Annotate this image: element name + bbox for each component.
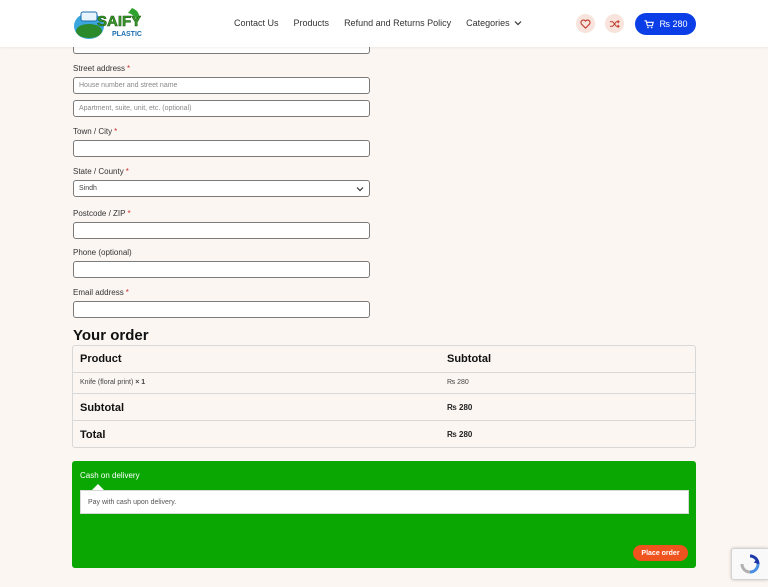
heart-icon	[580, 19, 591, 29]
total-label: Total	[80, 429, 106, 441]
cart-button[interactable]: ₨ 280	[635, 13, 696, 35]
svg-text:SAIFY: SAIFY	[97, 13, 141, 30]
street-address-label: Street address *	[73, 64, 131, 73]
place-order-button[interactable]: Place order	[633, 545, 688, 561]
nav-categories[interactable]: Categories	[466, 18, 522, 28]
total-value: ₨ 280	[447, 430, 473, 439]
phone-input[interactable]	[73, 261, 370, 278]
email-label: Email address *	[73, 288, 129, 297]
item-name: Knife (floral print) × 1	[80, 379, 146, 386]
town-city-label: Town / City *	[73, 127, 118, 136]
subtotal-value: ₨ 280	[447, 403, 473, 412]
cart-total: ₨ 280	[659, 19, 688, 29]
order-title: Your order	[73, 327, 149, 344]
postcode-input[interactable]	[73, 222, 370, 239]
column-product: Product	[80, 353, 122, 365]
nav-refund-policy[interactable]: Refund and Returns Policy	[344, 18, 451, 28]
apartment-input[interactable]: Apartment, suite, unit, etc. (optional)	[73, 100, 370, 117]
subtotal-label: Subtotal	[80, 402, 124, 414]
total-row: Total ₨ 280	[73, 421, 695, 448]
nav-contact-us[interactable]: Contact Us	[234, 18, 279, 28]
svg-text:PLASTIC: PLASTIC	[112, 31, 142, 38]
main-nav: Contact Us Products Refund and Returns P…	[234, 18, 537, 28]
recaptcha-badge[interactable]	[731, 548, 768, 580]
recaptcha-icon	[740, 554, 760, 574]
email-input[interactable]	[73, 301, 370, 318]
item-price: ₨ 280	[447, 379, 469, 386]
table-header-row: Product Subtotal	[73, 346, 695, 373]
wishlist-button[interactable]	[576, 14, 595, 33]
phone-label: Phone (optional)	[73, 248, 132, 257]
subtotal-row: Subtotal ₨ 280	[73, 394, 695, 421]
table-row: Knife (floral print) × 1 ₨ 280	[73, 373, 695, 394]
shuffle-icon	[609, 19, 620, 28]
chevron-down-icon	[514, 21, 522, 26]
postcode-label: Postcode / ZIP *	[73, 209, 131, 218]
street-address-input[interactable]: House number and street name	[73, 77, 370, 94]
logo-graphic: SAIFY PLASTIC	[74, 8, 142, 39]
payment-description-box: Pay with cash upon delivery.	[80, 490, 689, 514]
town-city-input[interactable]	[73, 140, 370, 157]
compare-button[interactable]	[605, 14, 624, 33]
order-table: Product Subtotal Knife (floral print) × …	[72, 345, 696, 448]
chevron-down-icon	[356, 186, 364, 191]
column-subtotal: Subtotal	[447, 353, 491, 365]
payment-method-cod[interactable]: Cash on delivery	[80, 471, 140, 480]
site-logo[interactable]: SAIFY PLASTIC	[72, 4, 146, 42]
payment-section: Cash on delivery Pay with cash upon deli…	[72, 461, 696, 568]
state-county-label: State / County *	[73, 167, 129, 176]
nav-products[interactable]: Products	[294, 18, 330, 28]
state-county-select[interactable]: Sindh	[73, 180, 370, 197]
cart-icon	[644, 19, 654, 28]
site-header: SAIFY PLASTIC Contact Us Products Refund…	[0, 0, 768, 47]
